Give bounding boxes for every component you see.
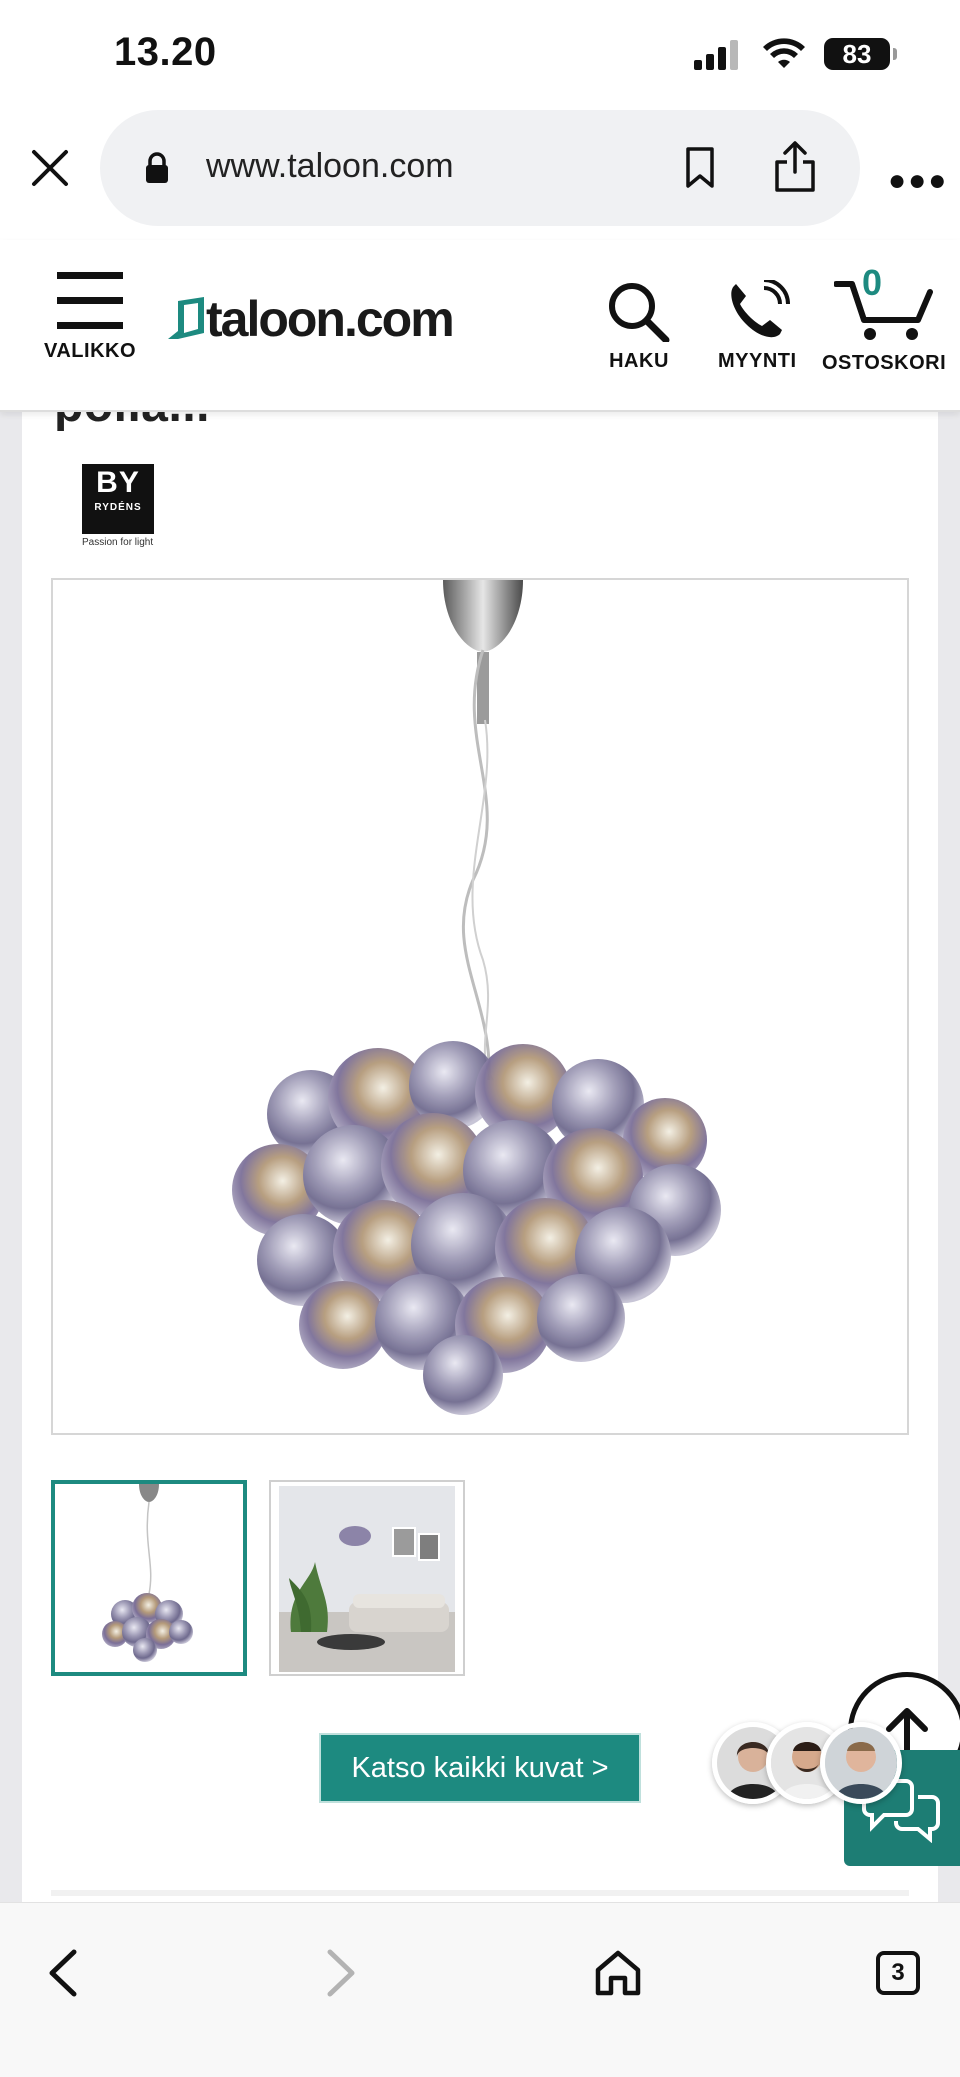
- more-options-icon[interactable]: ●●●: [888, 164, 948, 198]
- home-icon: [595, 1950, 641, 1996]
- chevron-right-icon: [327, 1949, 355, 1997]
- browser-bar: www.taloon.com ●●●: [0, 110, 960, 240]
- cart-count: 0: [862, 262, 883, 303]
- brand-logo[interactable]: BY RYDÉNS Passion for light: [82, 464, 164, 554]
- address-bar[interactable]: www.taloon.com: [100, 110, 860, 226]
- bookmark-icon[interactable]: [680, 146, 720, 190]
- url-text: www.taloon.com: [206, 147, 454, 185]
- tabs-count: 3: [876, 1951, 920, 1995]
- brand-name: RYDÉNS: [94, 502, 142, 513]
- phone-icon: [731, 280, 791, 338]
- search-icon: [609, 283, 670, 342]
- status-time: 13.20: [114, 30, 217, 74]
- support-agents[interactable]: [712, 1722, 902, 1806]
- main-product-image[interactable]: [51, 578, 909, 1435]
- thumbnail-room-image: [279, 1486, 455, 1672]
- status-bar: 13.20 83: [0, 0, 960, 110]
- thumbnail-product[interactable]: [51, 1480, 247, 1676]
- home-button[interactable]: [588, 1943, 648, 2003]
- logo-mark-icon: [168, 297, 204, 339]
- search-button[interactable]: HAKU: [606, 280, 672, 373]
- share-icon[interactable]: [772, 140, 818, 194]
- brand-mark: BY: [96, 466, 140, 499]
- cart-label: OSTOSKORI: [822, 352, 947, 374]
- forward-button[interactable]: [310, 1943, 370, 2003]
- brand-tagline: Passion for light: [82, 537, 154, 548]
- tabs-button[interactable]: 3: [868, 1943, 928, 2003]
- view-all-images-button[interactable]: Katso kaikki kuvat >: [319, 1733, 641, 1803]
- avatar-icon: [825, 1727, 897, 1799]
- chevron-left-icon: [49, 1949, 77, 1997]
- menu-label: VALIKKO: [44, 340, 137, 362]
- brand-logo-box: BY RYDÉNS: [82, 464, 154, 534]
- wifi-icon: [763, 38, 805, 68]
- thumbnail-chandelier-image: [102, 1484, 193, 1662]
- site-logo[interactable]: taloon.com: [164, 290, 455, 348]
- browser-bottom-toolbar: 3: [0, 1902, 960, 2077]
- close-tab-icon[interactable]: [28, 146, 72, 190]
- signal-icon: [694, 40, 738, 70]
- sales-phone-button[interactable]: MYYNTI: [718, 280, 797, 373]
- logo-text: taloon.com: [206, 291, 455, 347]
- battery-indicator: 83: [824, 38, 897, 70]
- agent-avatar-3: [820, 1722, 902, 1804]
- search-label: HAKU: [609, 350, 669, 372]
- section-divider: [51, 1890, 909, 1896]
- hamburger-icon: [57, 272, 123, 329]
- menu-button[interactable]: VALIKKO: [44, 270, 136, 363]
- cart-button[interactable]: 0 OSTOSKORI: [822, 262, 947, 375]
- sales-label: MYYNTI: [718, 350, 797, 372]
- chandelier-image: [232, 580, 721, 1415]
- site-header: VALIKKO taloon.com HAKU MYYNTI 0 OSTOSKO…: [0, 240, 960, 412]
- thumbnail-room[interactable]: [269, 1480, 465, 1676]
- status-icons: 83: [692, 36, 897, 72]
- back-button[interactable]: [34, 1943, 94, 2003]
- lock-icon: [146, 152, 168, 183]
- cart-icon: [834, 281, 934, 340]
